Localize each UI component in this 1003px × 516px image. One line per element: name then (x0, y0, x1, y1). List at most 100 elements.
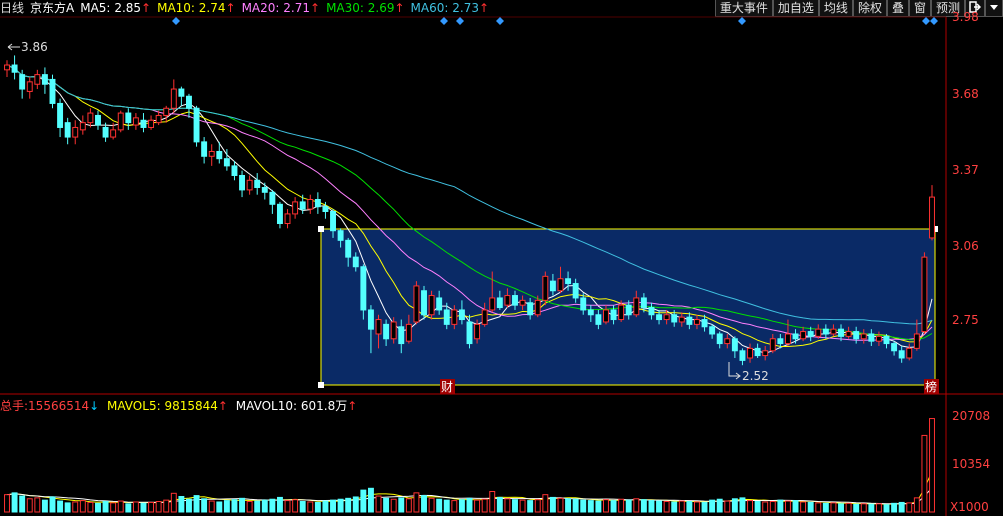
candle-body (345, 239, 352, 258)
candle-body (648, 307, 655, 316)
volume-bar (451, 500, 458, 513)
candle-body (671, 314, 678, 323)
candle-body (49, 78, 56, 104)
finance-marker[interactable]: 财 (440, 379, 455, 394)
volume-bar (671, 501, 678, 513)
candle-body (284, 213, 291, 225)
price-tick: 3.37 (952, 163, 979, 177)
candle-body (451, 309, 458, 325)
candle-body (913, 333, 920, 349)
volume-bar (421, 495, 427, 513)
selection-handle[interactable] (318, 382, 324, 388)
volume-bar (436, 498, 443, 513)
candle-body (769, 338, 776, 352)
candle-body (132, 117, 139, 126)
candle-body (822, 328, 829, 335)
candle-body (421, 290, 427, 316)
event-markers[interactable] (172, 17, 938, 25)
volume-bar (739, 497, 746, 513)
candle-body (307, 198, 314, 210)
candle-body (883, 335, 890, 345)
volume-bar (512, 499, 518, 513)
event-diamond-icon[interactable] (738, 17, 746, 25)
volume-bar (921, 434, 928, 513)
candle-body (148, 119, 155, 128)
candle-body (898, 350, 905, 359)
candle-body (458, 309, 465, 321)
event-diamond-icon[interactable] (440, 17, 448, 25)
volume-bar (117, 500, 124, 513)
volume-bar (383, 497, 390, 513)
volume-bar (481, 498, 488, 513)
candle-body (299, 201, 306, 210)
candle-body (519, 299, 526, 306)
volume-bar (34, 497, 41, 513)
volume-bar (390, 498, 397, 513)
candle-body (762, 350, 769, 357)
volume-bar (769, 501, 776, 513)
candle-body (496, 297, 503, 309)
volume-bar (292, 499, 299, 513)
mavol10-label: MAVOL10: (235, 399, 298, 413)
candle-body (784, 333, 791, 345)
list-marker[interactable]: 榜 (924, 379, 939, 394)
price-tick: 3.06 (952, 239, 979, 253)
candle-body (11, 64, 18, 73)
candle-body (337, 230, 344, 241)
volume-bar (375, 495, 382, 513)
candle-body (595, 314, 602, 325)
volume-bar (49, 496, 56, 513)
volume-bar (845, 502, 852, 513)
candle-body (807, 331, 814, 337)
candle-body (739, 350, 746, 361)
selection-handle[interactable] (318, 226, 324, 232)
volume-bar (542, 494, 549, 513)
candle-body (815, 328, 822, 337)
list-marker-label[interactable]: 榜 (925, 379, 937, 394)
candlestick-chart[interactable]: 3.98 3.68 3.37 3.06 2.75 20708 10354 X10… (0, 0, 1003, 516)
volume-bar (724, 500, 731, 513)
volume-bar (572, 498, 579, 513)
volume-bar (678, 500, 685, 513)
candle-body (330, 211, 336, 232)
candle-body (747, 347, 753, 359)
total-volume-value: 15566514 (28, 399, 90, 413)
candle-body (239, 174, 246, 191)
candle-body (201, 141, 208, 157)
finance-marker-label[interactable]: 财 (441, 380, 453, 394)
volume-bar (875, 503, 882, 513)
event-diamond-icon[interactable] (930, 17, 938, 25)
volume-bar (284, 500, 291, 513)
candle-body (367, 309, 374, 330)
price-axis-ticks: 3.98 3.68 3.37 3.06 2.75 (952, 10, 979, 327)
candle-body (254, 179, 261, 188)
volume-bar (504, 498, 511, 513)
volume-bar (155, 501, 162, 513)
candle-body (208, 150, 215, 157)
candle-body (269, 191, 276, 205)
candle-body (709, 326, 716, 335)
event-diamond-icon[interactable] (456, 17, 464, 25)
volume-bar (534, 499, 541, 513)
event-diamond-icon[interactable] (172, 17, 180, 25)
candle-body (443, 309, 450, 325)
event-diamond-icon[interactable] (496, 17, 504, 25)
volume-bar (170, 492, 177, 513)
candle-body (610, 309, 617, 321)
event-diamond-icon[interactable] (922, 17, 930, 25)
high-arrow-icon (7, 43, 20, 51)
candle-body (678, 316, 685, 323)
volume-bar (891, 502, 898, 513)
volume-bar (72, 501, 79, 513)
candle-body (413, 285, 420, 323)
volume-bar (868, 503, 875, 513)
volume-bar (853, 503, 860, 513)
candle-body (163, 107, 170, 116)
candle-body (656, 314, 663, 321)
candle-body (731, 338, 738, 352)
candle-body (800, 331, 807, 340)
volume-bar (299, 501, 306, 513)
volume-bar (345, 497, 352, 513)
volume-bar (557, 497, 564, 513)
up-arrow-icon: ↑ (217, 399, 228, 413)
